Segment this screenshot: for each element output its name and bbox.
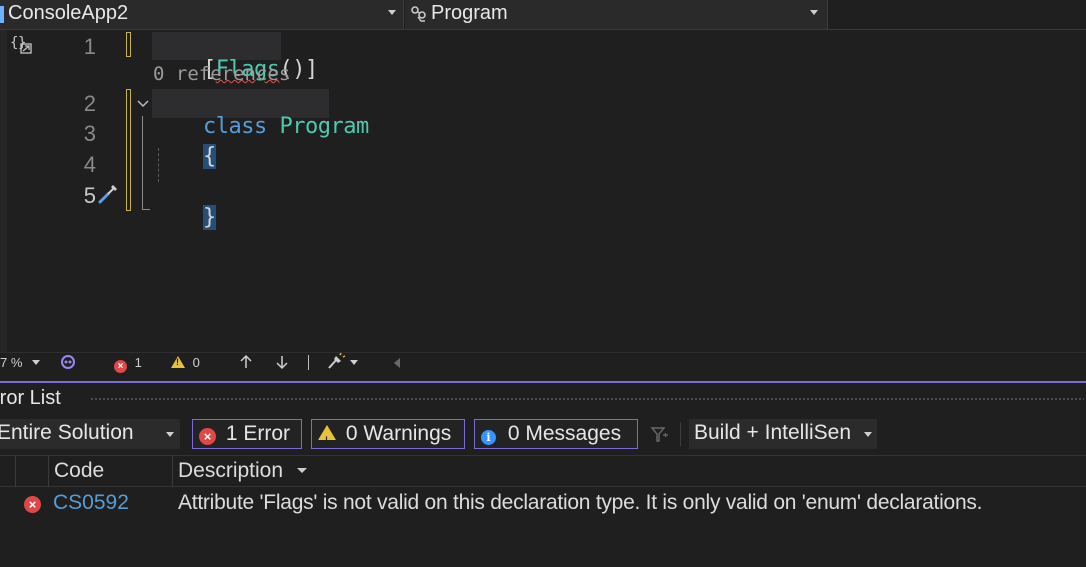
change-tracking-bar (126, 32, 131, 57)
collapse-chevron-icon[interactable] (136, 96, 150, 115)
code-cleanup-button[interactable] (326, 352, 358, 374)
code-line-3: { (152, 119, 216, 169)
csharp-project-icon (0, 6, 4, 23)
copilot-icon[interactable] (60, 354, 76, 373)
editor-status-bar: 7 % × 1 0 (0, 352, 1086, 375)
error-count-indicator[interactable]: × 1 (114, 355, 142, 373)
scroll-left-icon[interactable] (394, 358, 400, 368)
build-source-label: Build + IntelliSen (694, 421, 852, 444)
filter-icon[interactable] (650, 425, 670, 449)
project-dropdown-label: ConsoleApp2 (8, 2, 129, 24)
panel-drag-grip[interactable] (90, 397, 1084, 402)
error-list-panel: rror List Entire Solution × 1 Error 0 Wa… (0, 383, 1086, 567)
toolbar-divider (680, 422, 681, 446)
line-number-5: 5 (83, 183, 96, 208)
column-separator[interactable] (172, 456, 173, 487)
column-separator[interactable] (48, 456, 49, 487)
chevron-down-icon (864, 432, 872, 437)
sort-descending-icon (296, 468, 307, 473)
table-row[interactable]: × CS0592 Attribute 'Flags' is not valid … (0, 487, 1086, 521)
scope-dropdown[interactable]: Entire Solution (0, 419, 180, 449)
line-number-3: 3 (83, 121, 96, 146)
error-icon: × (114, 360, 127, 373)
structure-guide-line (142, 116, 143, 209)
scope-dropdown-label: Entire Solution (0, 421, 134, 444)
line-number-2: 2 (83, 91, 96, 116)
error-description: Attribute 'Flags' is not valid on this d… (178, 491, 983, 514)
warnings-filter-toggle[interactable]: 0 Warnings (311, 419, 465, 454)
change-tracking-bar (126, 89, 131, 211)
type-dropdown[interactable]: Program (405, 0, 828, 29)
build-source-dropdown[interactable]: Build + IntelliSen (689, 419, 877, 449)
messages-filter-label: 0 Messages (507, 422, 622, 445)
code-editor[interactable]: { } 1 2 3 4 5 [Flags()] 0 references cla… (0, 30, 1086, 352)
quick-actions-icon[interactable] (97, 181, 121, 209)
error-icon: × (24, 496, 41, 513)
error-code-link[interactable]: CS0592 (53, 491, 129, 515)
warning-icon (171, 356, 185, 368)
chevron-down-icon (349, 360, 358, 365)
chevron-down-icon (388, 10, 396, 15)
code-line-2: class Program (152, 89, 369, 139)
zoom-level-value: 7 % (0, 355, 23, 370)
column-header-description-label: Description (178, 459, 284, 482)
code-token-class-name: Program (279, 114, 369, 139)
previous-issue-button[interactable] (238, 353, 254, 374)
divider (308, 355, 309, 370)
codelens-references[interactable]: 0 references (153, 63, 290, 85)
next-issue-button[interactable] (274, 353, 290, 374)
messages-filter-toggle[interactable]: i 0 Messages (474, 419, 638, 449)
error-grid-header: Code Description (0, 455, 1086, 487)
code-token-close-brace: } (202, 205, 216, 230)
chevron-down-icon (166, 432, 174, 437)
warning-icon (318, 425, 336, 454)
editor-margin (0, 30, 7, 352)
errors-filter-toggle[interactable]: × 1 Error (192, 419, 302, 449)
info-icon: i (481, 430, 496, 445)
column-header-code[interactable]: Code (54, 459, 104, 483)
column-separator[interactable] (15, 456, 16, 487)
code-line-1: [Flags()] (152, 32, 318, 82)
type-dropdown-label: Program (431, 2, 508, 24)
warning-count: 0 (192, 355, 200, 370)
code-token-open-brace: { (202, 144, 216, 169)
line-number-4: 4 (83, 152, 96, 177)
warning-count-indicator[interactable]: 0 (171, 355, 200, 370)
error-icon: × (199, 428, 216, 445)
navigation-bar: ConsoleApp2 Program (0, 0, 1086, 30)
errors-filter-label: 1 Error (225, 422, 291, 445)
warnings-filter-label: 0 Warnings (345, 422, 452, 445)
code-line-5: } (152, 180, 216, 230)
code-map-icon[interactable]: { } (10, 34, 34, 60)
chevron-down-icon (32, 360, 41, 365)
column-header-description[interactable]: Description (178, 459, 307, 483)
zoom-level-dropdown[interactable]: 7 % (0, 355, 41, 370)
class-icon (409, 4, 429, 28)
error-count: 1 (134, 355, 142, 370)
line-number-1: 1 (83, 34, 96, 59)
project-dropdown[interactable]: ConsoleApp2 (0, 0, 404, 29)
chevron-down-icon (810, 10, 818, 15)
panel-title[interactable]: rror List (0, 387, 61, 410)
structure-guide-line (142, 209, 150, 210)
